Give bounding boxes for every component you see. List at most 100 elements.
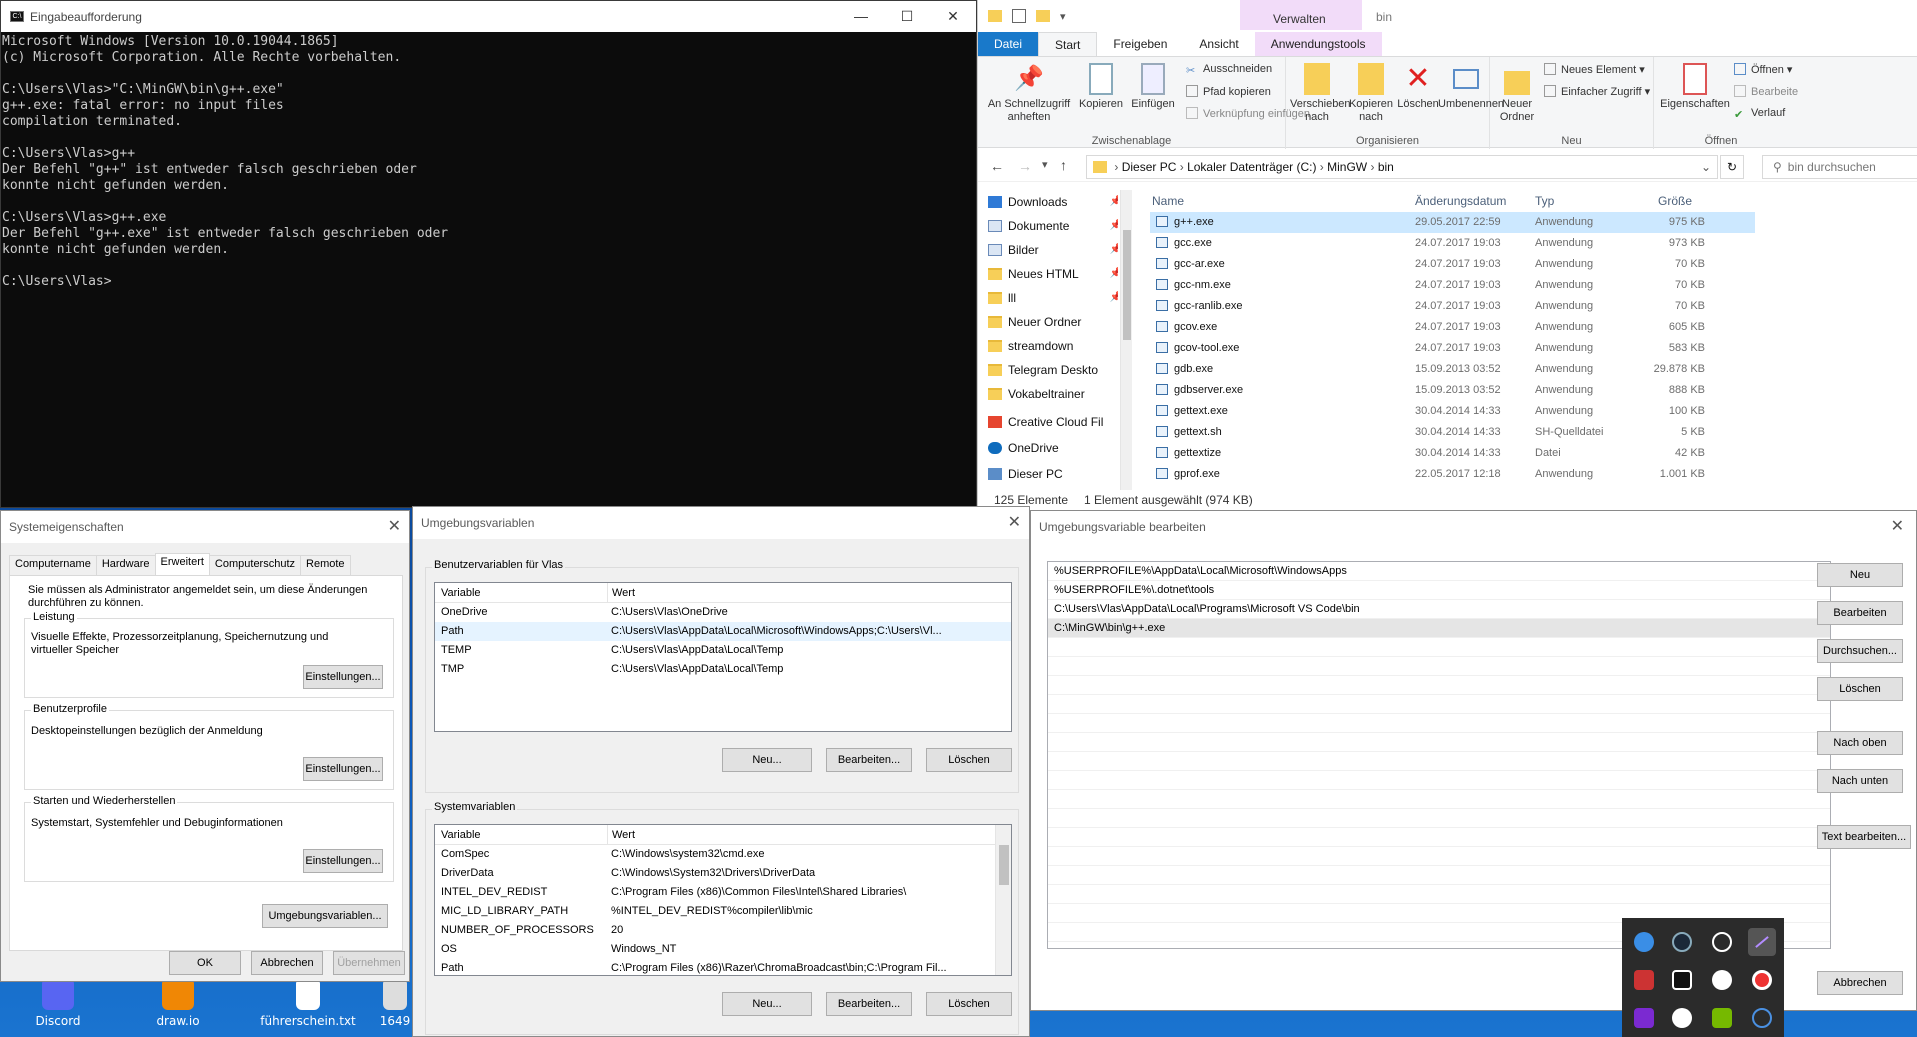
shield-icon[interactable] — [1712, 932, 1732, 952]
file-row[interactable]: gcov.exe 24.07.2017 19:03 Anwendung 605 KB — [1150, 317, 1755, 338]
user-edit-button[interactable]: Bearbeiten... — [826, 748, 912, 772]
desktop-icon-1649[interactable]: 1649 — [375, 978, 415, 1028]
flag-icon[interactable] — [1634, 970, 1654, 990]
variable-row[interactable]: OS Windows_NT — [435, 940, 1011, 959]
pin-button[interactable]: 📌 An Schnellzugriff anheften — [984, 63, 1074, 124]
history-button[interactable]: ✔ Verlauf — [1734, 107, 1785, 121]
variable-row[interactable]: INTEL_DEV_REDIST C:\Program Files (x86)\C… — [435, 883, 1011, 902]
tab-computerschutz[interactable]: Computerschutz — [208, 555, 302, 575]
environment-variables-button[interactable]: Umgebungsvariablen... — [262, 904, 388, 928]
paste-button[interactable]: Einfügen — [1128, 63, 1178, 111]
address-bar[interactable]: › Dieser PC › Lokaler Datenträger (C:) ›… — [1086, 155, 1718, 179]
properties-button[interactable]: Eigenschaften — [1660, 63, 1730, 111]
nav-item[interactable]: Bilder 📌 — [988, 238, 1118, 262]
delete-button[interactable]: Löschen — [1817, 677, 1903, 701]
user-new-button[interactable]: Neu... — [722, 748, 812, 772]
variable-row[interactable]: NUMBER_OF_PROCESSORS 20 — [435, 921, 1011, 940]
cut-button[interactable]: ✂ Ausschneiden — [1186, 63, 1272, 77]
column-value[interactable]: Wert — [607, 583, 635, 603]
system-variables-list[interactable]: Variable Wert ComSpec C:\Windows\system32\… — [434, 824, 1012, 976]
ok-button[interactable]: OK — [169, 951, 241, 975]
dialog-titlebar[interactable]: Umgebungsvariable bearbeiten ✕ — [1031, 511, 1916, 543]
edit-button[interactable]: Bearbeiten — [1817, 601, 1903, 625]
path-entries-list[interactable]: %USERPROFILE%\AppData\Local\Microsoft\Wi… — [1047, 561, 1831, 949]
scroll-thumb[interactable] — [999, 845, 1009, 885]
chevron-down-icon[interactable]: ⌄ — [1701, 156, 1711, 178]
user-variables-list[interactable]: Variable Wert OneDrive C:\Users\Vlas\OneDr… — [434, 582, 1012, 732]
nav-item[interactable]: lll 📌 — [988, 286, 1118, 310]
profiles-settings-button[interactable]: Einstellungen... — [303, 757, 383, 781]
file-row[interactable]: gdb.exe 15.09.2013 03:52 Anwendung 29.878 K… — [1150, 359, 1755, 380]
performance-settings-button[interactable]: Einstellungen... — [303, 665, 383, 689]
file-row[interactable]: gcc.exe 24.07.2017 19:03 Anwendung 973 KB — [1150, 233, 1755, 254]
refresh-button[interactable]: ↻ — [1720, 155, 1744, 179]
copy-path-button[interactable]: Pfad kopieren — [1186, 85, 1271, 98]
tab-start[interactable]: Start — [1038, 32, 1098, 56]
copy-button[interactable]: Kopieren — [1076, 63, 1126, 111]
nvidia-icon[interactable] — [1712, 1008, 1732, 1028]
scroll-thumb[interactable] — [1123, 230, 1131, 340]
user-delete-button[interactable]: Löschen — [926, 748, 1012, 772]
desktop-icon-drawio[interactable]: draw.io — [138, 978, 218, 1028]
nav-item[interactable]: Downloads 📌 — [988, 190, 1118, 214]
close-button[interactable]: ✕ — [930, 1, 976, 32]
system-edit-button[interactable]: Bearbeiten... — [826, 992, 912, 1016]
dialog-titlebar[interactable]: Umgebungsvariablen ✕ — [413, 507, 1029, 539]
recent-chevron-icon[interactable]: ▾ — [1042, 158, 1048, 171]
variable-row[interactable]: Path C:\Users\Vlas\AppData\Local\Microsof… — [435, 622, 1011, 641]
file-row[interactable]: gcc-nm.exe 24.07.2017 19:03 Anwendung 70 KB — [1150, 275, 1755, 296]
path-entry[interactable]: %USERPROFILE%\.dotnet\tools — [1048, 581, 1830, 600]
move-down-button[interactable]: Nach unten — [1817, 769, 1903, 793]
nav-item[interactable]: Dokumente 📌 — [988, 214, 1118, 238]
nav-item[interactable]: Neuer Ordner — [988, 310, 1118, 334]
system-new-button[interactable]: Neu... — [722, 992, 812, 1016]
close-icon[interactable]: ✕ — [1891, 511, 1904, 543]
new-button[interactable]: Neu — [1817, 563, 1903, 587]
g-icon[interactable] — [1712, 970, 1732, 990]
column-type[interactable]: Typ — [1535, 190, 1554, 212]
nav-item[interactable]: Creative Cloud Fil — [988, 410, 1118, 434]
edit-button[interactable]: Bearbeite — [1734, 85, 1798, 98]
tab-remote[interactable]: Remote — [300, 555, 351, 575]
new-folder-icon[interactable] — [1036, 10, 1050, 22]
file-row[interactable]: gdbserver.exe 15.09.2013 03:52 Anwendung 88… — [1150, 380, 1755, 401]
tab-erweitert[interactable]: Erweitert — [154, 553, 210, 575]
brush-icon[interactable] — [1748, 928, 1776, 956]
file-row[interactable]: gettextize 30.04.2014 14:33 Datei 42 KB — [1150, 443, 1755, 464]
back-icon[interactable]: ← — [990, 158, 1004, 174]
nav-item[interactable]: Telegram Deskto — [988, 358, 1118, 382]
startup-settings-button[interactable]: Einstellungen... — [303, 849, 383, 873]
maximize-button[interactable]: ☐ — [884, 1, 930, 32]
move-to-button[interactable]: Verschieben nach — [1290, 63, 1351, 124]
path-entry[interactable]: C:\Users\Vlas\AppData\Local\Programs\Mic… — [1048, 600, 1830, 619]
tab-ansicht[interactable]: Ansicht — [1183, 32, 1254, 56]
column-variable[interactable]: Variable — [441, 583, 481, 603]
apply-button[interactable]: Übernehmen — [333, 951, 405, 975]
browse-button[interactable]: Durchsuchen... — [1817, 639, 1903, 663]
nav-scrollbar[interactable] — [1120, 190, 1132, 490]
nav-item[interactable]: Vokabeltrainer — [988, 382, 1118, 406]
chevron-down-icon[interactable]: ▾ — [1060, 10, 1066, 23]
variable-row[interactable]: TMP C:\Users\Vlas\AppData\Local\Temp — [435, 660, 1011, 679]
breadcrumb-item[interactable]: MinGW — [1327, 160, 1367, 174]
onenote-icon[interactable] — [1634, 1008, 1654, 1028]
close-icon[interactable]: ✕ — [388, 511, 401, 543]
cmd-titlebar[interactable]: C:\ Eingabeaufforderung — ☐ ✕ — [1, 1, 976, 32]
new-folder-button[interactable]: Neuer Ordner — [1492, 63, 1542, 124]
file-row[interactable]: g++.exe 29.05.2017 22:59 Anwendung 975 KB — [1150, 212, 1755, 233]
path-entry[interactable]: %USERPROFILE%\AppData\Local\Microsoft\Wi… — [1048, 562, 1830, 581]
file-row[interactable]: gcc-ar.exe 24.07.2017 19:03 Anwendung 70 KB — [1150, 254, 1755, 275]
column-variable[interactable]: Variable — [441, 825, 481, 845]
file-row[interactable]: gettext.exe 30.04.2014 14:33 Anwendung 100 … — [1150, 401, 1755, 422]
breadcrumb-item[interactable]: Lokaler Datenträger (C:) — [1187, 160, 1316, 174]
circle-icon[interactable] — [1752, 1008, 1772, 1028]
nav-item[interactable]: Dieser PC — [988, 462, 1118, 486]
edge-icon[interactable] — [1634, 932, 1654, 952]
variable-row[interactable]: DriverData C:\Windows\System32\Drivers\Dr… — [435, 864, 1011, 883]
chrome-icon[interactable] — [1752, 970, 1772, 990]
variable-row[interactable]: OneDrive C:\Users\Vlas\OneDrive — [435, 603, 1011, 622]
properties-icon[interactable] — [1012, 9, 1026, 23]
breadcrumb-item[interactable]: Dieser PC — [1122, 160, 1177, 174]
system-list-scrollbar[interactable] — [995, 825, 1011, 975]
nav-item[interactable]: streamdown — [988, 334, 1118, 358]
